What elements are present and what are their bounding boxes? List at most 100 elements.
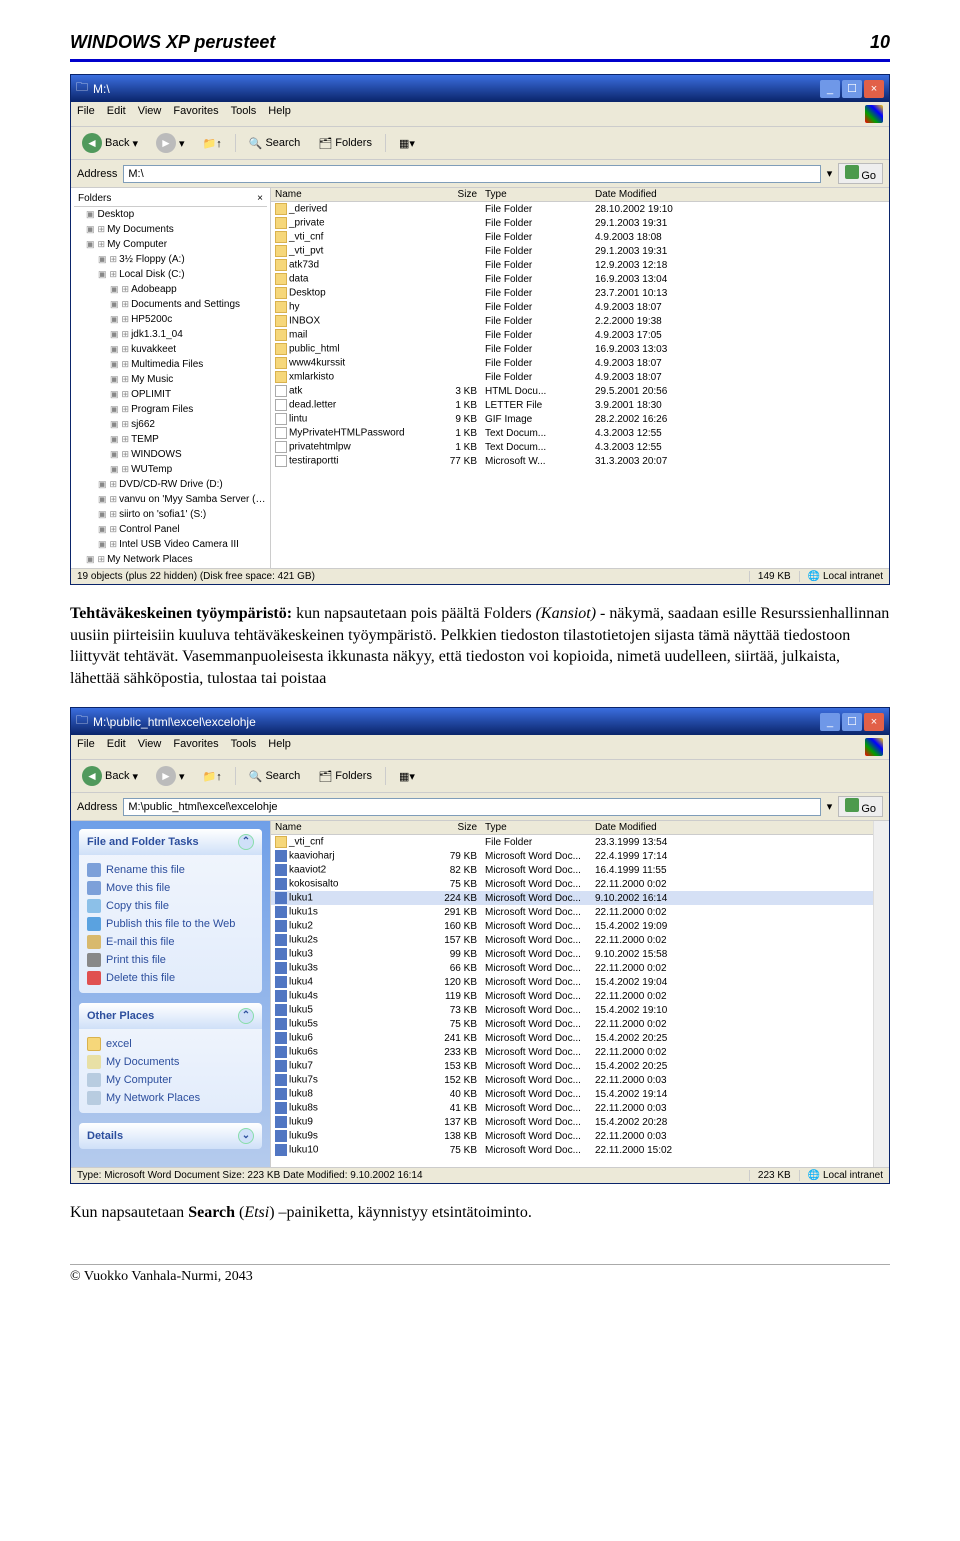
table-row[interactable]: luku6241 KBMicrosoft Word Doc...15.4.200…: [271, 1031, 873, 1045]
titlebar[interactable]: 🗀 M:\public_html\excel\excelohje _ ☐ ×: [71, 708, 889, 735]
column-type[interactable]: Type: [481, 821, 591, 834]
tree-item[interactable]: ⊞vanvu on 'Myy Samba Server (myy)' (M:): [86, 492, 267, 507]
table-row[interactable]: luku9137 KBMicrosoft Word Doc...15.4.200…: [271, 1115, 873, 1129]
column-size[interactable]: Size: [431, 821, 481, 834]
place-item[interactable]: My Computer: [87, 1071, 254, 1089]
folders-button[interactable]: 🗂 Folders: [313, 768, 377, 785]
table-row[interactable]: public_htmlFile Folder16.9.2003 13:03: [271, 342, 889, 356]
tree-item[interactable]: ⊞My Network Places: [86, 552, 267, 567]
table-row[interactable]: privatehtmlpw1 KBText Docum...4.3.2003 1…: [271, 440, 889, 454]
table-row[interactable]: luku5s75 KBMicrosoft Word Doc...22.11.20…: [271, 1017, 873, 1031]
address-input[interactable]: [123, 165, 820, 183]
close-button[interactable]: ×: [864, 713, 884, 731]
table-row[interactable]: luku1075 KBMicrosoft Word Doc...22.11.20…: [271, 1143, 873, 1157]
minimize-button[interactable]: _: [820, 80, 840, 98]
tree-item[interactable]: ⊞WUTemp: [86, 462, 267, 477]
maximize-button[interactable]: ☐: [842, 80, 862, 98]
table-row[interactable]: _vti_cnfFile Folder23.3.1999 13:54: [271, 835, 873, 849]
table-row[interactable]: luku2160 KBMicrosoft Word Doc...15.4.200…: [271, 919, 873, 933]
table-row[interactable]: dead.letter1 KBLETTER File3.9.2001 18:30: [271, 398, 889, 412]
views-button[interactable]: ▦▾: [394, 135, 420, 152]
table-row[interactable]: atk73dFile Folder12.9.2003 12:18: [271, 258, 889, 272]
tree-item[interactable]: ⊞siirto on 'sofia1' (S:): [86, 507, 267, 522]
tree-item[interactable]: ⊞Multimedia Files: [86, 357, 267, 372]
back-button[interactable]: ◄Back ▾: [77, 764, 143, 788]
menu-edit[interactable]: Edit: [107, 105, 126, 123]
menu-help[interactable]: Help: [268, 738, 291, 756]
table-row[interactable]: luku7153 KBMicrosoft Word Doc...15.4.200…: [271, 1059, 873, 1073]
table-row[interactable]: dataFile Folder16.9.2003 13:04: [271, 272, 889, 286]
address-dropdown[interactable]: ▾: [827, 167, 833, 180]
table-row[interactable]: _vti_pvtFile Folder29.1.2003 19:31: [271, 244, 889, 258]
task-item[interactable]: Print this file: [87, 951, 254, 969]
column-type[interactable]: Type: [481, 188, 591, 201]
table-row[interactable]: kaaviot282 KBMicrosoft Word Doc...16.4.1…: [271, 863, 873, 877]
table-row[interactable]: MyPrivateHTMLPassword1 KBText Docum...4.…: [271, 426, 889, 440]
table-row[interactable]: www4kurssitFile Folder4.9.2003 18:07: [271, 356, 889, 370]
expand-icon[interactable]: ⌄: [238, 1128, 254, 1144]
table-row[interactable]: DesktopFile Folder23.7.2001 10:13: [271, 286, 889, 300]
place-item[interactable]: My Documents: [87, 1053, 254, 1071]
table-row[interactable]: luku399 KBMicrosoft Word Doc...9.10.2002…: [271, 947, 873, 961]
place-item[interactable]: My Network Places: [87, 1089, 254, 1107]
tree-item[interactable]: ⊞TEMP: [86, 432, 267, 447]
search-button[interactable]: 🔍 Search: [244, 768, 306, 785]
menu-file[interactable]: File: [77, 738, 95, 756]
tree-item[interactable]: ⊞My Music: [86, 372, 267, 387]
views-button[interactable]: ▦▾: [394, 768, 420, 785]
column-size[interactable]: Size: [431, 188, 481, 201]
column-date[interactable]: Date Modified: [591, 188, 889, 201]
up-button[interactable]: 📁↑: [198, 768, 227, 785]
table-row[interactable]: atk3 KBHTML Docu...29.5.2001 20:56: [271, 384, 889, 398]
table-row[interactable]: INBOXFile Folder2.2.2000 19:38: [271, 314, 889, 328]
forward-button[interactable]: ► ▾: [151, 764, 190, 788]
titlebar[interactable]: 🗀 M:\ _ ☐ ×: [71, 75, 889, 102]
table-row[interactable]: luku9s138 KBMicrosoft Word Doc...22.11.2…: [271, 1129, 873, 1143]
tree-item[interactable]: ⊞HP5200c: [86, 312, 267, 327]
go-button[interactable]: Go: [838, 163, 883, 184]
up-button[interactable]: 📁↑: [198, 135, 227, 152]
column-name[interactable]: Name: [271, 188, 431, 201]
table-row[interactable]: luku2s157 KBMicrosoft Word Doc...22.11.2…: [271, 933, 873, 947]
tree-item[interactable]: ⊞OPLIMIT: [86, 387, 267, 402]
task-item[interactable]: Delete this file: [87, 969, 254, 987]
table-row[interactable]: luku573 KBMicrosoft Word Doc...15.4.2002…: [271, 1003, 873, 1017]
table-row[interactable]: luku7s152 KBMicrosoft Word Doc...22.11.2…: [271, 1073, 873, 1087]
close-button[interactable]: ×: [864, 80, 884, 98]
table-row[interactable]: luku3s66 KBMicrosoft Word Doc...22.11.20…: [271, 961, 873, 975]
table-row[interactable]: luku8s41 KBMicrosoft Word Doc...22.11.20…: [271, 1101, 873, 1115]
menu-edit[interactable]: Edit: [107, 738, 126, 756]
scrollbar[interactable]: [873, 821, 889, 1167]
column-date[interactable]: Date Modified: [591, 821, 873, 834]
folder-tree[interactable]: Desktop⊞My Documents⊞My Computer⊞3½ Flop…: [74, 207, 267, 568]
table-row[interactable]: lintu9 KBGIF Image28.2.2002 16:26: [271, 412, 889, 426]
menu-file[interactable]: File: [77, 105, 95, 123]
menu-view[interactable]: View: [138, 738, 162, 756]
task-item[interactable]: Rename this file: [87, 861, 254, 879]
address-dropdown[interactable]: ▾: [827, 800, 833, 813]
menu-tools[interactable]: Tools: [231, 738, 257, 756]
table-row[interactable]: luku4s119 KBMicrosoft Word Doc...22.11.2…: [271, 989, 873, 1003]
menu-tools[interactable]: Tools: [231, 105, 257, 123]
back-button[interactable]: ◄Back ▾: [77, 131, 143, 155]
minimize-button[interactable]: _: [820, 713, 840, 731]
table-row[interactable]: luku1s291 KBMicrosoft Word Doc...22.11.2…: [271, 905, 873, 919]
table-row[interactable]: kaavioharj79 KBMicrosoft Word Doc...22.4…: [271, 849, 873, 863]
tree-item[interactable]: ⊞My Computer: [86, 237, 267, 252]
menu-favorites[interactable]: Favorites: [173, 738, 218, 756]
tree-item[interactable]: ⊞sj662: [86, 417, 267, 432]
maximize-button[interactable]: ☐: [842, 713, 862, 731]
table-row[interactable]: mailFile Folder4.9.2003 17:05: [271, 328, 889, 342]
table-row[interactable]: _derivedFile Folder28.10.2002 19:10: [271, 202, 889, 216]
table-row[interactable]: kokosisalto75 KBMicrosoft Word Doc...22.…: [271, 877, 873, 891]
tree-item[interactable]: ⊞3½ Floppy (A:): [86, 252, 267, 267]
tree-item[interactable]: ⊞kuvakkeet: [86, 342, 267, 357]
tree-item[interactable]: ⊞Recycle Bin: [86, 567, 267, 568]
place-item[interactable]: excel: [87, 1035, 254, 1053]
table-row[interactable]: hyFile Folder4.9.2003 18:07: [271, 300, 889, 314]
task-item[interactable]: Move this file: [87, 879, 254, 897]
table-row[interactable]: luku840 KBMicrosoft Word Doc...15.4.2002…: [271, 1087, 873, 1101]
table-row[interactable]: luku6s233 KBMicrosoft Word Doc...22.11.2…: [271, 1045, 873, 1059]
tree-root[interactable]: Desktop: [86, 207, 267, 222]
go-button[interactable]: Go: [838, 796, 883, 817]
